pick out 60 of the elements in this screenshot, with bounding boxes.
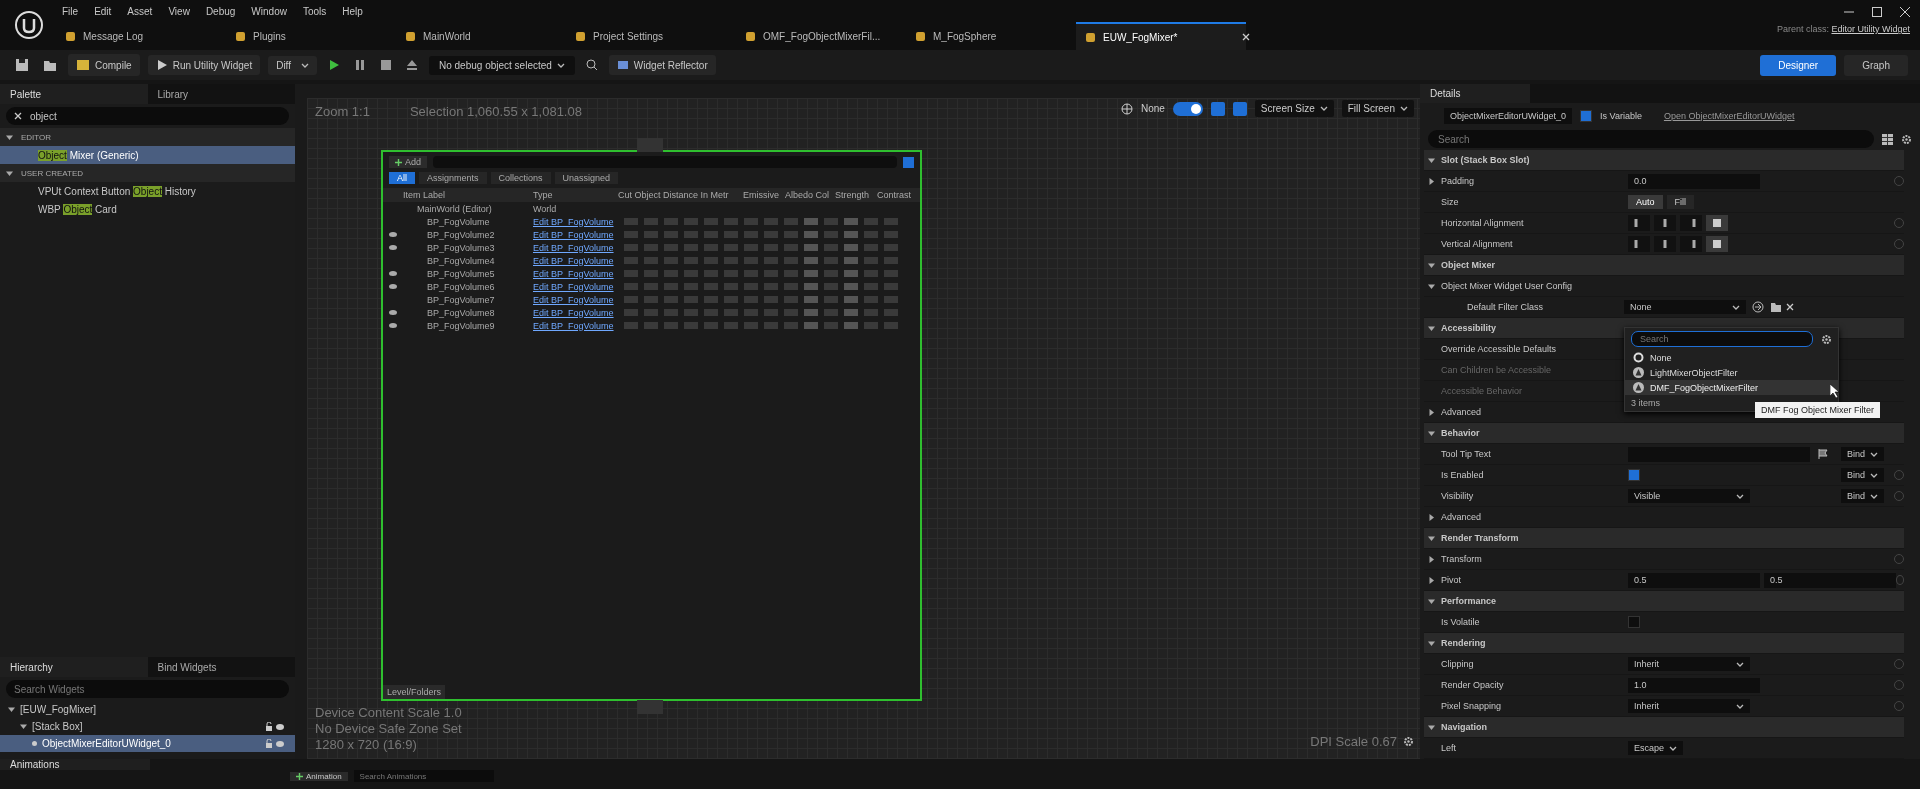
category-label: EDITOR [21,132,52,142]
category-label: USER CREATED [21,168,84,178]
item-label: BP_FogVolume [426,216,491,227]
item-count-label: 3 items [1631,398,1660,408]
property-label: Size [1441,197,1459,207]
property-label: Horizontal Alignment [1441,218,1524,228]
item-label: BP_FogVolume9 [426,320,496,331]
property-label: Accessible Behavior [1441,386,1523,396]
item-label: MainWorld (Editor) [416,203,493,214]
property-label: Is Enabled [1441,470,1484,480]
parent-class-label: Parent class: [1776,24,1829,34]
section-label: Accessibility [1441,323,1497,333]
property-label: Left [1441,743,1456,753]
item-label: BP_FogVolume2 [426,229,496,240]
checkbox-label: Is Variable [1600,110,1642,121]
property-label: Tool Tip Text [1441,449,1491,459]
group-label: Transform [1441,554,1482,564]
property-label: Override Accessible Defaults [1441,344,1557,354]
culture-label: None [1140,103,1165,114]
zoom-label: Zoom 1:1 [315,104,370,119]
tooltip: DMF Fog Object Mixer Filter [1755,402,1880,418]
item-label: BP_FogVolume8 [426,307,496,318]
section-label: Rendering [1441,638,1486,648]
section-label: Navigation [1441,722,1487,732]
property-label: Is Volatile [1441,617,1480,627]
class-option-label: LightMixerObjectFilter [1650,367,1738,378]
property-label: Visibility [1441,491,1474,501]
group-label: Advanced [1441,512,1482,522]
property-label: Padding [1441,176,1475,186]
property-label: Clipping [1441,659,1474,669]
item-label: BP_FogVolume3 [426,242,496,253]
device-info-label: Device Content Scale 1.0 [315,705,462,721]
property-label: Vertical Alignment [1441,239,1513,249]
section-label: Performance [1441,596,1497,606]
item-label: BP_FogVolume5 [426,268,496,279]
class-option-label: DMF_FogObjectMixerFilter [1650,382,1759,393]
section-label: Behavior [1441,428,1480,438]
hierarchy-label: [EUW_FogMixer] [20,704,97,715]
section-label: Render Transform [1441,533,1519,543]
hierarchy-label: ObjectMixerEditorUWidget_0 [42,738,171,749]
section-label: Slot (Stack Box Slot) [1441,155,1530,165]
property-label: Pixel Snapping [1441,701,1502,711]
property-label: Pivot [1441,575,1461,585]
item-label: BP_FogVolume4 [426,255,496,266]
dpi-scale-label: DPI Scale 0.67 [1310,734,1397,749]
property-label: Can Children be Accessible [1441,365,1552,375]
property-label: Render Opacity [1441,680,1504,690]
item-label: BP_FogVolume6 [426,281,496,292]
type-label: World [533,203,558,214]
section-label: Object Mixer [1441,260,1496,270]
property-label: Default Filter Class [1467,302,1544,312]
device-info-label: No Device Safe Zone Set [315,721,462,737]
group-label: Object Mixer Widget User Config [1441,281,1573,291]
hierarchy-label: [Stack Box] [32,721,83,732]
device-info-label: 1280 x 720 (16:9) [315,737,418,753]
footer-label: Level/Folders [383,685,446,699]
selection-size-label: Selection 1,060.55 x 1,081.08 [409,104,582,119]
class-option-label: None [1650,352,1672,363]
item-label: BP_FogVolume7 [426,294,496,305]
group-label: Advanced [1441,407,1482,417]
